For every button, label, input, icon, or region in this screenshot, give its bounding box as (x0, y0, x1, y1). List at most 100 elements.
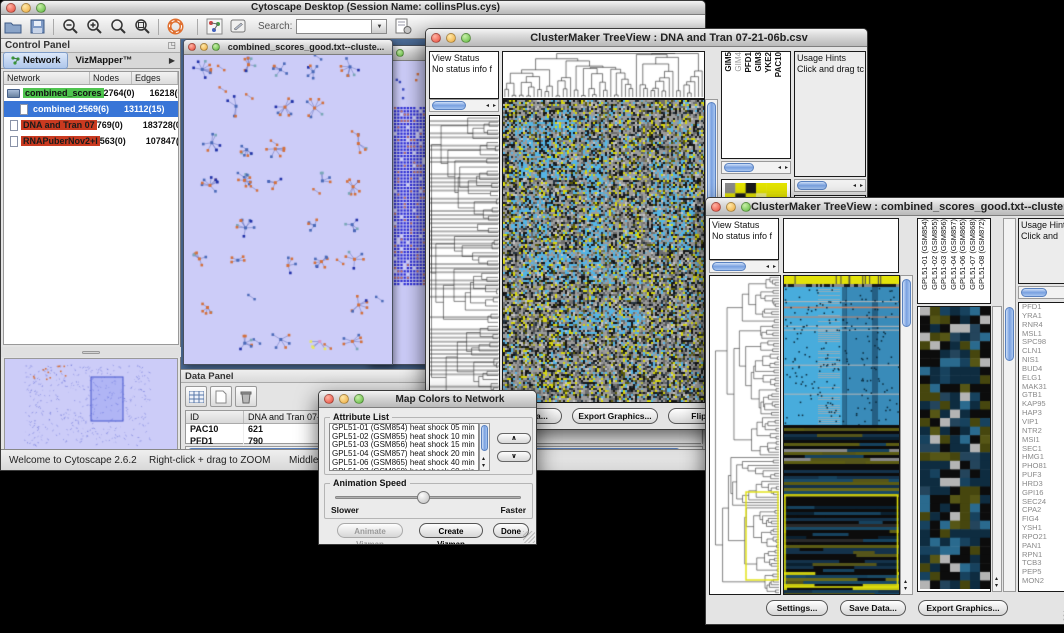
zoom-window-icon[interactable] (354, 394, 364, 404)
col-label[interactable]: GPL51-02 (GSM855) (930, 219, 940, 290)
tv1-labels-h-scrollbar[interactable]: ◂ ▸ (721, 161, 791, 174)
panel-splitter[interactable] (1, 347, 181, 357)
scrollbar-thumb[interactable] (481, 425, 488, 451)
move-down-button[interactable]: ∨ (497, 451, 531, 462)
scroll-left-icon[interactable]: ◂ (766, 264, 769, 270)
tab-vizmapper[interactable]: VizMapper™ (68, 53, 139, 68)
tab-network[interactable]: Network (3, 52, 68, 69)
slider-thumb[interactable] (417, 491, 430, 504)
scroll-right-icon[interactable]: ▸ (493, 103, 496, 109)
attribute-browser-icon[interactable] (391, 17, 415, 37)
zoom-window-icon[interactable] (396, 49, 404, 57)
scrollbar-thumb[interactable] (1021, 288, 1047, 297)
col-label[interactable]: GIM5 (724, 52, 734, 72)
tv1-heatmap[interactable] (502, 99, 705, 403)
col-label[interactable]: GPL51-04 (GSM857) (949, 219, 959, 290)
scrollbar-thumb[interactable] (797, 181, 827, 190)
zoom-window-icon[interactable] (741, 202, 751, 212)
export-graphics-button[interactable]: Export Graphics... (572, 408, 658, 424)
network-row[interactable]: RNAPuberNov2+I 563(0) 107847(0) (4, 133, 178, 149)
network-view-window[interactable]: combined_scores_good.txt--cluste... (183, 39, 393, 365)
delete-attribute-icon[interactable] (235, 386, 257, 407)
scrollbar-thumb[interactable] (902, 279, 911, 327)
col-label[interactable]: GIM3 (754, 52, 764, 72)
main-titlebar[interactable]: Cytoscape Desktop (Session Name: collins… (1, 1, 705, 15)
animate-vizmap-button[interactable]: Animate Vizmap (337, 523, 403, 538)
scroll-down-icon[interactable]: ▾ (482, 463, 485, 469)
minimize-icon[interactable] (21, 3, 31, 13)
zoom-selected-icon[interactable] (130, 17, 154, 37)
col-label[interactable]: PFD1 (744, 52, 754, 72)
zoom-window-icon[interactable] (36, 3, 46, 13)
col-label[interactable]: GPL51-06 (GSM865) (958, 219, 968, 290)
scrollbar-thumb[interactable] (712, 262, 746, 271)
tv2-heatmap[interactable] (783, 275, 900, 595)
create-vizmap-button[interactable]: Create Vizmap (419, 523, 483, 538)
col-label[interactable]: GPL51-07 (GSM868) (968, 219, 978, 290)
minimize-icon[interactable] (726, 202, 736, 212)
scrollbar-thumb[interactable] (724, 163, 754, 172)
close-icon[interactable] (324, 394, 334, 404)
zoom-out-icon[interactable] (58, 17, 82, 37)
network-view-canvas[interactable] (185, 55, 391, 364)
network-row[interactable]: DNA and Tran 07 769(0) 183728(0) (4, 117, 178, 133)
zoom-window-icon[interactable] (212, 43, 220, 51)
search-combo-arrow-icon[interactable]: ▼ (372, 19, 387, 34)
close-icon[interactable] (188, 43, 196, 51)
close-icon[interactable] (6, 3, 16, 13)
col-label[interactable]: GIM4 (734, 52, 744, 72)
tv1-status-h-scrollbar[interactable]: ◂ ▸ (429, 99, 499, 112)
network-overview-canvas[interactable] (5, 359, 177, 453)
zoom-fit-icon[interactable] (106, 17, 130, 37)
tv2-right-v-scrollbar[interactable] (1003, 218, 1016, 592)
minimize-icon[interactable] (200, 43, 208, 51)
tv1-hints-h-scrollbar[interactable]: ◂ ▸ (794, 179, 866, 192)
search-input[interactable] (296, 19, 372, 34)
move-up-button[interactable]: ∧ (497, 433, 531, 444)
scroll-left-icon[interactable]: ◂ (486, 103, 489, 109)
tv2-row-dendrogram[interactable] (709, 275, 781, 595)
save-button[interactable] (25, 17, 49, 37)
scroll-right-icon[interactable]: ▸ (785, 165, 788, 171)
float-panel-icon[interactable]: ◳ (167, 40, 176, 51)
network-row[interactable]: combined_scores 2764(0) 16218(0) (4, 85, 178, 101)
scrollbar-thumb[interactable] (1005, 307, 1014, 361)
tv2-v-scrollbar[interactable]: ▴ ▾ (900, 275, 913, 595)
minimize-icon[interactable] (339, 394, 349, 404)
open-file-button[interactable] (1, 17, 25, 37)
zoom-in-icon[interactable] (82, 17, 106, 37)
tv1-heatmap-canvas[interactable] (503, 100, 704, 402)
gene-label[interactable]: MON2 (1019, 577, 1064, 586)
attribute-list-item[interactable]: GPL51-07 (GSM868) heat shock 60 min (330, 468, 478, 471)
tv2-submatrix-pane[interactable] (917, 306, 991, 592)
scroll-down-icon[interactable]: ▾ (904, 586, 907, 592)
zoom-window-icon[interactable] (461, 33, 471, 43)
tv1-row-dendrogram[interactable] (429, 115, 500, 403)
tv2-submatrix-canvas[interactable] (920, 307, 990, 589)
new-attribute-icon[interactable] (210, 386, 232, 407)
col-label[interactable]: GPL51-03 (GSM856) (939, 219, 949, 290)
scroll-down-icon[interactable]: ▾ (995, 583, 998, 589)
save-data-button[interactable]: Save Data... (840, 600, 906, 616)
col-label[interactable]: GPL51-08 (GSM872) (977, 219, 987, 290)
settings-button[interactable]: Settings... (766, 600, 828, 616)
minimize-icon[interactable] (446, 33, 456, 43)
col-label[interactable]: YKE2 (764, 52, 774, 73)
select-attributes-icon[interactable] (185, 386, 207, 407)
tv1-row-dendrogram-canvas[interactable] (430, 116, 499, 402)
scroll-right-icon[interactable]: ▸ (773, 264, 776, 270)
col-label[interactable]: PAC10 (774, 52, 784, 77)
tv2-row-dendrogram-canvas[interactable] (710, 276, 780, 594)
help-icon[interactable] (163, 17, 187, 37)
annotation-icon[interactable] (226, 17, 250, 37)
network-overview[interactable] (4, 358, 178, 454)
tv2-heatmap-canvas[interactable] (784, 276, 899, 594)
tv2-status-h-scrollbar[interactable]: ◂ ▸ (709, 260, 779, 273)
tv1-col-dendrogram-canvas[interactable] (503, 52, 704, 98)
tv2-hints-h-scrollbar[interactable] (1018, 286, 1064, 299)
tab-overflow-icon[interactable]: ▶ (166, 56, 178, 65)
export-graphics-button[interactable]: Export Graphics... (918, 600, 1008, 616)
scroll-left-icon[interactable]: ◂ (778, 165, 781, 171)
close-icon[interactable] (431, 33, 441, 43)
network-manager-icon[interactable] (202, 17, 226, 37)
